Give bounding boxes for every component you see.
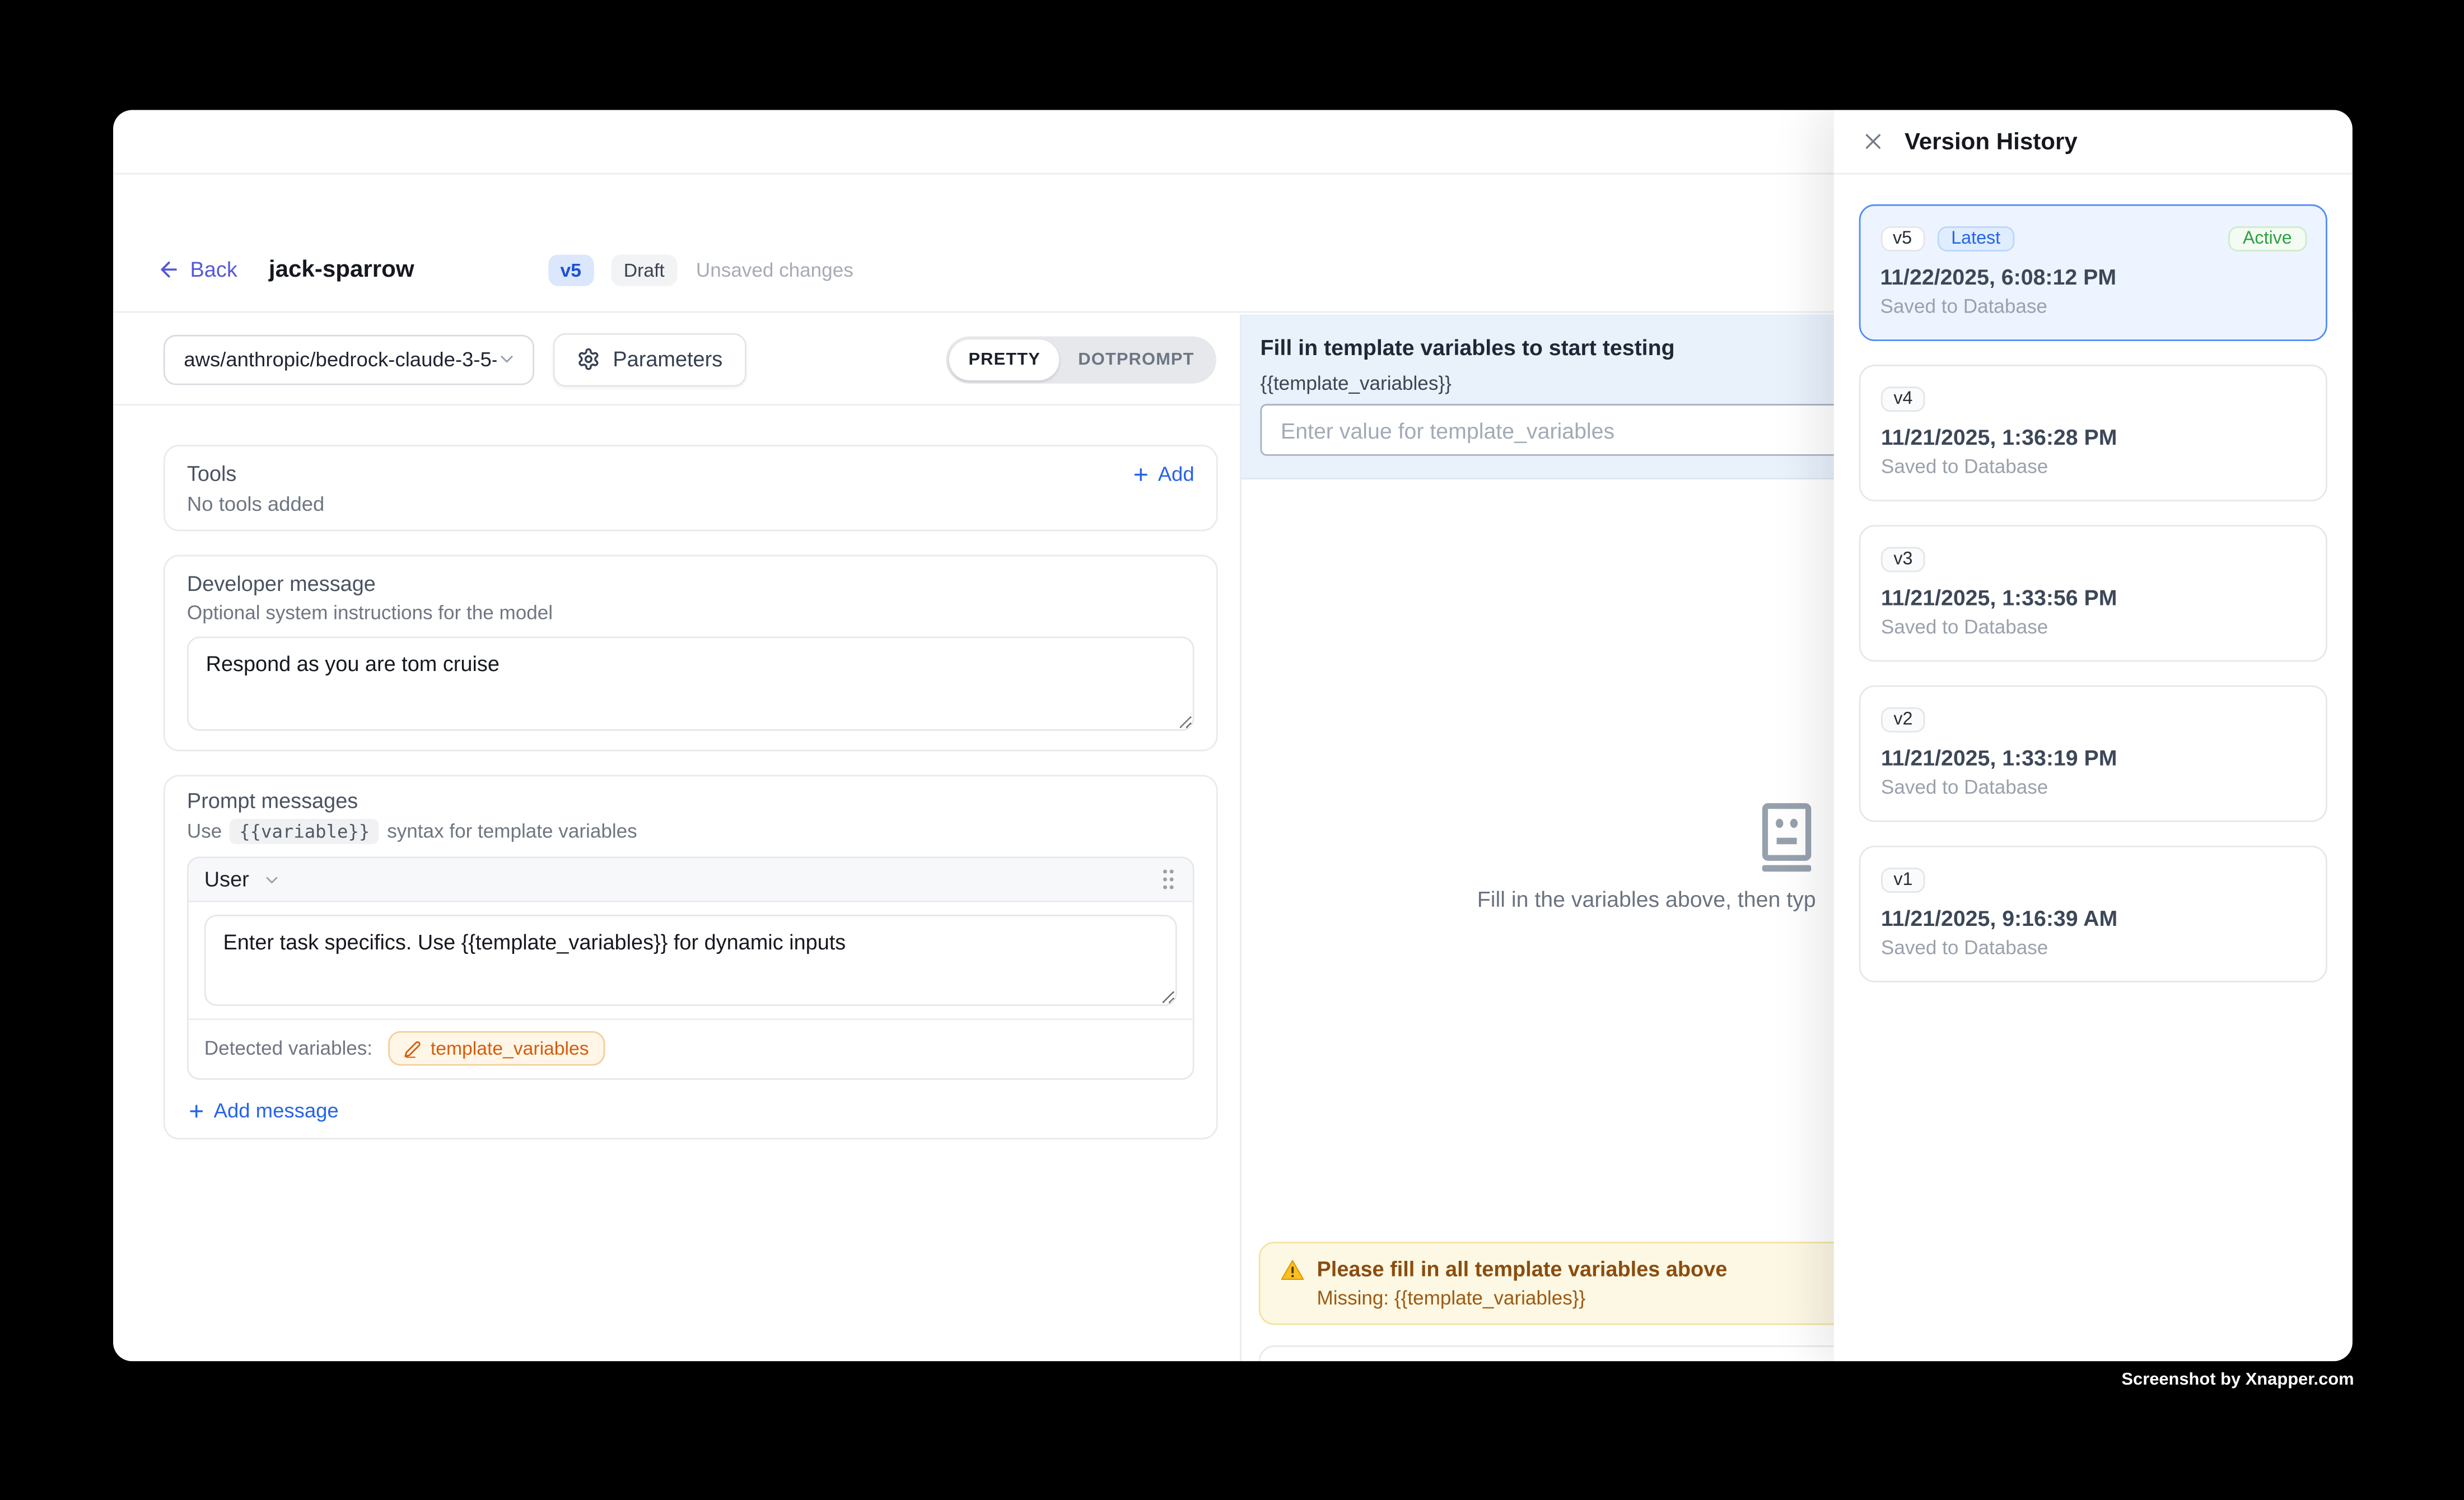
preview-empty-text: Fill in the variables above, then typ: [1477, 887, 1816, 912]
version-history-panel: Version History v5 Latest Active 11/22/2…: [1834, 110, 2353, 1361]
app-window: Back jack-sparrow v5 Draft Unsaved chang…: [113, 110, 2353, 1361]
tools-card-header: Tools Add: [187, 462, 1194, 486]
template-syntax-hint: Use {{variable}} syntax for template var…: [187, 819, 1194, 844]
version-status: Saved to Database: [1881, 937, 2306, 958]
version-timestamp: 11/21/2025, 1:33:19 PM: [1881, 745, 2306, 770]
version-status: Saved to Database: [1880, 295, 2306, 316]
version-number-badge: v4: [1881, 386, 1925, 412]
version-list: v5 Latest Active 11/22/2025, 6:08:12 PM …: [1834, 174, 2353, 1012]
format-option-dotprompt[interactable]: DOTPROMPT: [1060, 339, 1214, 380]
version-badge-row: v1: [1881, 868, 2306, 893]
version-number-badge: v3: [1881, 547, 1925, 572]
parameters-button[interactable]: Parameters: [553, 332, 746, 385]
version-timestamp: 11/21/2025, 9:16:39 AM: [1881, 905, 2306, 930]
tools-card: Tools Add No tools added: [164, 445, 1218, 531]
drag-handle-icon[interactable]: [1160, 868, 1177, 891]
add-message-button[interactable]: Add message: [187, 1098, 1194, 1122]
developer-message-card: Developer message Optional system instru…: [164, 555, 1218, 752]
detected-variables-row: Detected variables: template_variables: [189, 1018, 1193, 1078]
model-select[interactable]: aws/anthropic/bedrock-claude-3-5-s...: [164, 334, 534, 384]
add-message-label: Add message: [214, 1098, 339, 1122]
version-badge-row: v2: [1881, 707, 2306, 733]
tools-empty-text: No tools added: [187, 492, 1194, 515]
plus-icon: [187, 1101, 206, 1120]
chevron-down-icon: [262, 870, 281, 889]
format-option-pretty[interactable]: PRETTY: [950, 339, 1060, 380]
editor-scroll-area: Tools Add No tools added Developer messa…: [113, 406, 1240, 1361]
parameters-label: Parameters: [613, 347, 722, 371]
version-number-badge: v5: [1880, 226, 1925, 251]
message-body: Enter task specifics. Use {{template_var…: [189, 902, 1193, 1006]
plus-icon: [1131, 464, 1150, 483]
active-badge: Active: [2229, 226, 2306, 251]
version-history-header: Version History: [1834, 110, 2353, 174]
close-icon[interactable]: [1862, 131, 1884, 152]
role-select-value: User: [204, 868, 249, 891]
back-label: Back: [190, 258, 237, 281]
prompt-messages-title: Prompt messages: [187, 789, 1194, 813]
version-card-v3[interactable]: v3 11/21/2025, 1:33:56 PM Saved to Datab…: [1859, 525, 2327, 662]
version-card-v4[interactable]: v4 11/21/2025, 1:36:28 PM Saved to Datab…: [1859, 365, 2327, 501]
variable-syntax-chip: {{variable}}: [230, 819, 379, 844]
screenshot-stage: Back jack-sparrow v5 Draft Unsaved chang…: [0, 0, 2464, 1500]
version-card-v5[interactable]: v5 Latest Active 11/22/2025, 6:08:12 PM …: [1859, 204, 2327, 341]
format-toggle: PRETTY DOTPROMPT: [946, 336, 1216, 383]
version-status: Saved to Database: [1881, 456, 2306, 478]
version-badge-row: v5 Latest Active: [1880, 226, 2306, 251]
robot-face-icon: [1752, 802, 1821, 874]
hint-prefix: Use: [187, 821, 222, 842]
back-button[interactable]: Back: [157, 258, 237, 281]
developer-message-textarea[interactable]: Respond as you are tom cruise: [187, 636, 1194, 730]
draft-badge: Draft: [611, 254, 677, 285]
pencil-icon: [404, 1040, 421, 1057]
role-select[interactable]: User: [204, 868, 281, 891]
version-timestamp: 11/21/2025, 1:33:56 PM: [1881, 585, 2306, 610]
message-header: User: [189, 858, 1193, 902]
version-badge: v5: [548, 254, 594, 285]
tools-title: Tools: [187, 462, 236, 486]
message-block: User Enter task specifics: [187, 856, 1194, 1079]
version-card-v1[interactable]: v1 11/21/2025, 9:16:39 AM Saved to Datab…: [1859, 846, 2327, 982]
version-history-title: Version History: [1905, 128, 2078, 155]
warning-title: Please fill in all template variables ab…: [1317, 1257, 1728, 1281]
version-card-v2[interactable]: v2 11/21/2025, 1:33:19 PM Saved to Datab…: [1859, 685, 2327, 822]
version-timestamp: 11/21/2025, 1:36:28 PM: [1881, 425, 2306, 450]
add-tool-button[interactable]: Add: [1131, 462, 1194, 486]
version-status: Saved to Database: [1881, 776, 2306, 798]
version-status: Saved to Database: [1881, 616, 2306, 638]
detected-variables-label: Detected variables:: [204, 1037, 372, 1059]
unsaved-changes-label: Unsaved changes: [696, 259, 853, 281]
arrow-left-icon: [157, 258, 181, 281]
chevron-down-icon: [497, 349, 517, 369]
version-number-badge: v1: [1881, 868, 1925, 893]
gear-icon: [577, 347, 600, 371]
version-number-badge: v2: [1881, 707, 1925, 733]
version-badge-row: v3: [1881, 547, 2306, 572]
hint-suffix: syntax for template variables: [387, 821, 637, 842]
developer-message-title: Developer message: [187, 572, 1194, 595]
latest-badge: Latest: [1937, 226, 2014, 251]
detected-variable-name: template_variables: [431, 1037, 589, 1059]
prompt-editor-panel: aws/anthropic/bedrock-claude-3-5-s... Pa…: [113, 314, 1242, 1361]
developer-message-subtitle: Optional system instructions for the mod…: [187, 602, 1194, 624]
detected-variable-chip[interactable]: template_variables: [388, 1031, 604, 1066]
editor-toolbar: aws/anthropic/bedrock-claude-3-5-s... Pa…: [113, 314, 1240, 406]
message-textarea[interactable]: Enter task specifics. Use {{template_var…: [204, 915, 1177, 1006]
warning-triangle-icon: [1281, 1258, 1304, 1280]
prompt-messages-card: Prompt messages Use {{variable}} syntax …: [164, 775, 1218, 1139]
xnapper-watermark: Screenshot by Xnapper.com: [2121, 1371, 2354, 1390]
model-select-value: aws/anthropic/bedrock-claude-3-5-s...: [184, 347, 496, 371]
version-timestamp: 11/22/2025, 6:08:12 PM: [1880, 263, 2306, 288]
version-badge-row: v4: [1881, 386, 2306, 412]
page-title: jack-sparrow: [269, 256, 414, 283]
add-tool-label: Add: [1158, 462, 1194, 486]
